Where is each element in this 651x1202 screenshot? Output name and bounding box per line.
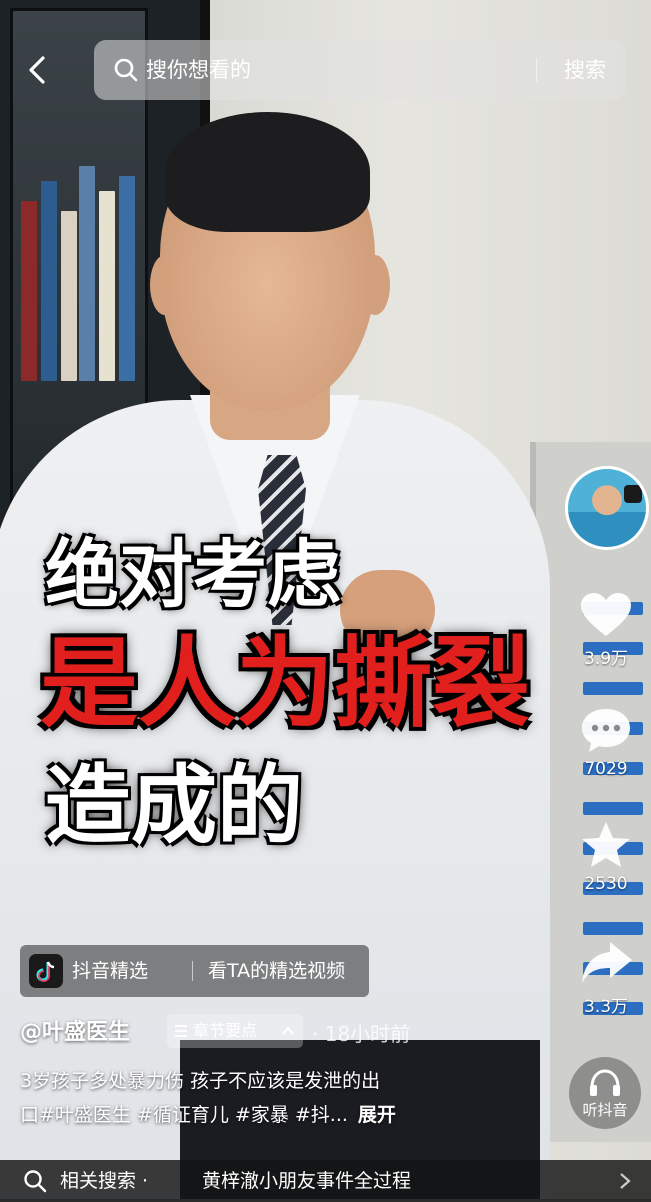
book <box>119 176 135 381</box>
chevron-right-icon <box>620 1173 631 1189</box>
book <box>41 181 57 381</box>
share-arrow-icon <box>582 942 632 983</box>
douyin-logo-icon <box>29 954 63 988</box>
search-divider <box>536 58 537 82</box>
book <box>61 211 77 381</box>
related-search-prefix: 相关搜索 · <box>60 1170 149 1192</box>
search-icon <box>114 58 138 82</box>
comment-button[interactable]: 7029 <box>572 705 640 779</box>
post-time: · 18小时前 <box>312 1022 411 1046</box>
book <box>21 201 37 381</box>
book <box>99 191 115 381</box>
rack-slot <box>583 922 643 935</box>
back-arrow-icon[interactable] <box>20 52 56 88</box>
favorite-button[interactable]: 2530 <box>572 820 640 894</box>
description-line-1: 3岁孩子多处暴力伤 孩子不应该是发泄的出 <box>20 1070 381 1092</box>
share-button[interactable]: 3.3万 <box>572 938 640 1017</box>
chevron-up-icon <box>282 1026 294 1035</box>
comment-icon <box>582 709 630 752</box>
search-box[interactable]: 搜你想看的 搜索 <box>94 40 626 100</box>
author-handle[interactable]: @叶盛医生 <box>20 1014 130 1046</box>
avatar-image <box>568 469 646 547</box>
hair <box>165 112 370 232</box>
featured-divider <box>192 961 193 981</box>
description-text: 口#叶盛医生 #循证育儿 #家暴 #抖... <box>20 1104 348 1126</box>
like-count: 3.9万 <box>583 649 629 669</box>
book <box>79 166 95 381</box>
rack-slot <box>583 802 643 815</box>
featured-videos-link[interactable]: 看TA的精选视频 <box>208 945 345 997</box>
list-icon <box>175 1025 187 1037</box>
like-button[interactable]: 3.9万 <box>572 590 640 669</box>
author-avatar[interactable] <box>565 466 649 550</box>
chapter-highlights-button[interactable]: 章节要点 <box>167 1014 303 1048</box>
rack-slot <box>583 682 643 695</box>
favorite-count: 2530 <box>584 874 628 894</box>
listen-label: 听抖音 <box>582 1101 628 1119</box>
headphones-icon <box>590 1069 620 1096</box>
expand-button[interactable]: 展开 <box>358 1104 396 1126</box>
related-search-bar[interactable]: 相关搜索 · 黄梓澈小朋友事件全过程 <box>0 1160 651 1199</box>
caption-line-2: 是人为撕裂 <box>40 627 531 741</box>
search-placeholder[interactable]: 搜你想看的 <box>146 40 251 100</box>
related-search-query[interactable]: 黄梓澈小朋友事件全过程 <box>202 1160 411 1202</box>
featured-banner[interactable]: 抖音精选 看TA的精选视频 <box>20 945 369 997</box>
comment-count: 7029 <box>584 759 628 779</box>
douyin-badge-icon <box>624 485 642 503</box>
listen-button[interactable]: 听抖音 <box>569 1057 641 1129</box>
search-button[interactable]: 搜索 <box>564 40 606 100</box>
star-icon <box>582 822 630 867</box>
top-search-bar: 搜你想看的 搜索 <box>0 40 651 100</box>
heart-icon <box>581 593 631 636</box>
chapter-label: 章节要点 <box>193 1021 258 1040</box>
featured-name: 抖音精选 <box>72 960 149 982</box>
caption-line-3: 造成的 <box>45 756 303 856</box>
search-icon <box>24 1170 47 1193</box>
description-line-2: 口#叶盛医生 #循证育儿 #家暴 #抖... 展开 <box>20 1100 490 1127</box>
share-count: 3.3万 <box>583 997 629 1017</box>
